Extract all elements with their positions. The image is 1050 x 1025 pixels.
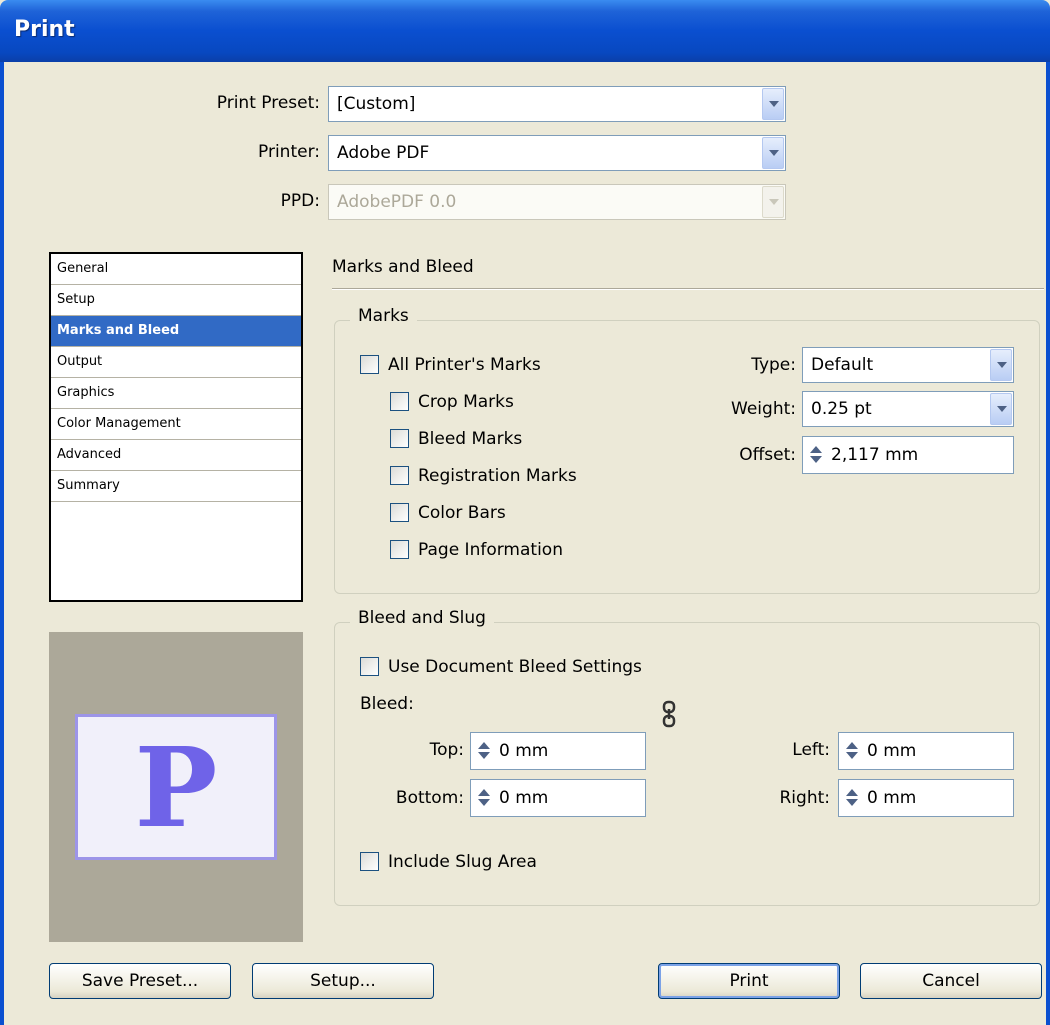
- printer-label: Printer:: [258, 142, 320, 162]
- color-bars-label: Color Bars: [418, 503, 506, 523]
- printer-select[interactable]: Adobe PDF: [328, 135, 786, 171]
- registration-marks-checkbox[interactable]: [390, 466, 409, 485]
- all-printers-marks-checkbox[interactable]: [360, 355, 379, 374]
- all-printers-marks-label: All Printer's Marks: [388, 355, 541, 375]
- spinner-arrows-icon[interactable]: [477, 786, 491, 810]
- bleed-right-stepper[interactable]: 0 mm: [838, 779, 1014, 817]
- page-information-label: Page Information: [418, 540, 563, 560]
- list-empty-area: [51, 502, 301, 600]
- print-preset-label: Print Preset:: [216, 93, 320, 113]
- ppd-select: AdobePDF 0.0: [328, 184, 786, 220]
- bleed-top-value: 0 mm: [499, 741, 549, 761]
- ppd-label: PPD:: [280, 191, 320, 211]
- sidebar-item-advanced[interactable]: Advanced: [51, 440, 301, 471]
- ppd-value: AdobePDF 0.0: [337, 192, 457, 212]
- bleed-left-stepper[interactable]: 0 mm: [838, 732, 1014, 770]
- print-preset-select[interactable]: [Custom]: [328, 86, 786, 122]
- page-information-checkbox[interactable]: [390, 540, 409, 559]
- marks-group-title: Marks: [350, 306, 417, 326]
- preview-page: P: [75, 714, 277, 860]
- bleed-top-stepper[interactable]: 0 mm: [470, 732, 646, 770]
- chevron-down-icon: [762, 186, 784, 218]
- registration-marks-label: Registration Marks: [418, 466, 577, 486]
- bleed-bottom-stepper[interactable]: 0 mm: [470, 779, 646, 817]
- print-button[interactable]: Print: [658, 963, 840, 999]
- printer-value: Adobe PDF: [337, 143, 430, 163]
- chevron-down-icon[interactable]: [762, 137, 784, 169]
- spinner-arrows-icon[interactable]: [845, 739, 859, 763]
- setup-button[interactable]: Setup...: [252, 963, 434, 999]
- cancel-button[interactable]: Cancel: [860, 963, 1042, 999]
- sidebar-item-marks-and-bleed[interactable]: Marks and Bleed: [51, 316, 301, 347]
- bleed-label: Bleed:: [360, 694, 414, 714]
- top-label: Top:: [429, 740, 464, 760]
- category-list[interactable]: General Setup Marks and Bleed Output Gra…: [49, 252, 303, 602]
- bleed-left-value: 0 mm: [867, 741, 917, 761]
- left-label: Left:: [792, 740, 830, 760]
- right-label: Right:: [779, 788, 831, 808]
- section-title: Marks and Bleed: [332, 257, 474, 277]
- bottom-label: Bottom:: [395, 788, 464, 808]
- sidebar-item-general[interactable]: General: [51, 254, 301, 285]
- bleed-bottom-value: 0 mm: [499, 788, 549, 808]
- type-label: Type:: [751, 355, 796, 375]
- chevron-down-icon[interactable]: [990, 393, 1012, 425]
- sidebar-item-summary[interactable]: Summary: [51, 471, 301, 502]
- offset-value: 2,117 mm: [831, 445, 919, 465]
- spinner-arrows-icon[interactable]: [845, 786, 859, 810]
- use-document-bleed-checkbox[interactable]: [360, 657, 379, 676]
- color-bars-checkbox[interactable]: [390, 503, 409, 522]
- use-document-bleed-label: Use Document Bleed Settings: [388, 657, 642, 677]
- weight-value: 0.25 pt: [811, 399, 872, 419]
- bleed-right-value: 0 mm: [867, 788, 917, 808]
- weight-label: Weight:: [731, 399, 796, 419]
- type-select[interactable]: Default: [802, 347, 1014, 383]
- offset-stepper[interactable]: 2,117 mm: [802, 436, 1014, 474]
- sidebar-item-graphics[interactable]: Graphics: [51, 378, 301, 409]
- crop-marks-checkbox[interactable]: [390, 392, 409, 411]
- sidebar-item-setup[interactable]: Setup: [51, 285, 301, 316]
- save-preset-button[interactable]: Save Preset...: [49, 963, 231, 999]
- spinner-arrows-icon[interactable]: [809, 443, 823, 467]
- include-slug-checkbox[interactable]: [360, 852, 379, 871]
- title-bar[interactable]: Print: [0, 0, 1050, 62]
- section-divider: [332, 288, 1044, 290]
- print-preset-value: [Custom]: [337, 94, 416, 114]
- bleed-marks-checkbox[interactable]: [390, 429, 409, 448]
- chain-link-icon[interactable]: [660, 700, 678, 728]
- window-title: Print: [14, 17, 75, 42]
- sidebar-item-color-management[interactable]: Color Management: [51, 409, 301, 440]
- spinner-arrows-icon[interactable]: [477, 739, 491, 763]
- page-preview: P: [49, 632, 303, 942]
- chevron-down-icon[interactable]: [762, 88, 784, 120]
- bleed-slug-group-title: Bleed and Slug: [350, 608, 494, 628]
- preview-glyph: P: [134, 723, 218, 852]
- include-slug-label: Include Slug Area: [388, 852, 537, 872]
- offset-label: Offset:: [739, 445, 796, 465]
- chevron-down-icon[interactable]: [990, 349, 1012, 381]
- sidebar-item-output[interactable]: Output: [51, 347, 301, 378]
- bleed-marks-label: Bleed Marks: [418, 429, 523, 449]
- type-value: Default: [811, 355, 874, 375]
- crop-marks-label: Crop Marks: [418, 392, 514, 412]
- weight-select[interactable]: 0.25 pt: [802, 391, 1014, 427]
- dialog-body: Print Preset: [Custom] Printer: Adobe PD…: [0, 62, 1050, 1025]
